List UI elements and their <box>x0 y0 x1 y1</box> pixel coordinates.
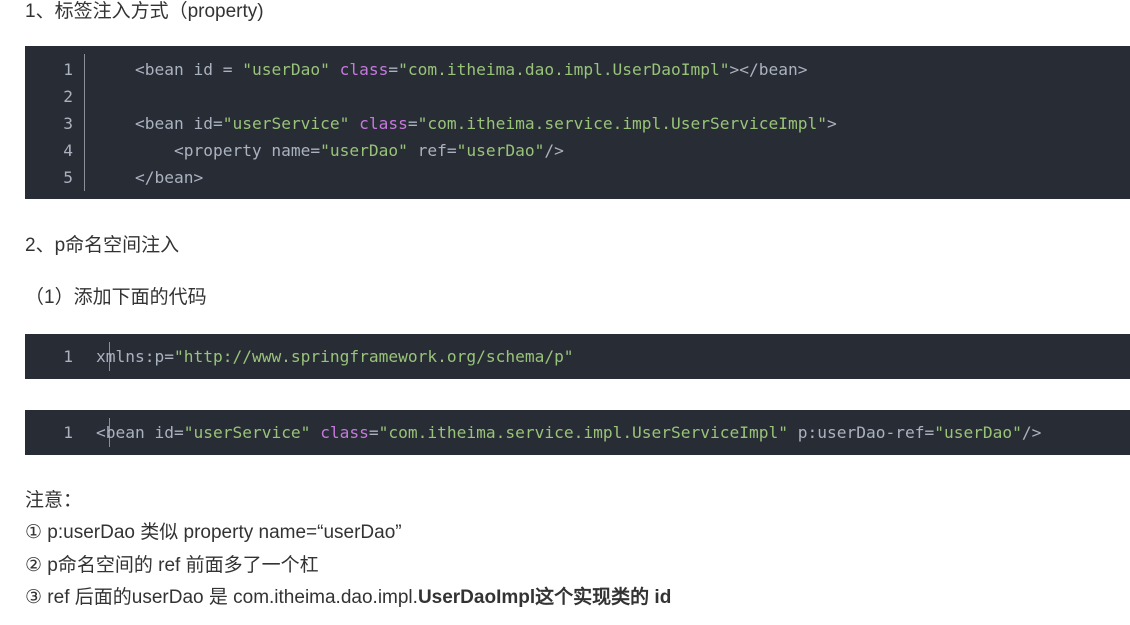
note-item-3: ③ ref 后面的userDao 是 com.itheima.dao.impl.… <box>25 586 671 610</box>
code-text: </bean> <box>134 168 204 187</box>
note-item-1: ① p:userDao 类似 property name=“userDao” <box>25 522 402 543</box>
step-1-subheading: （1）添加下面的代码 <box>25 287 207 308</box>
section-2-heading: 2、p命名空间注入 <box>25 235 180 256</box>
code-line: 1 <bean id="userService" class="com.ithei… <box>25 419 1130 446</box>
notes-title: 注意： <box>25 490 83 511</box>
code-block-property-injection: 1 <bean id = "userDao" class="com.itheim… <box>25 46 1130 199</box>
code-block-p-namespace-bean: 1 <bean id="userService" class="com.ithei… <box>25 410 1130 455</box>
code-line: 1 xmlns:p="http://www.springframework.org… <box>25 343 1130 370</box>
line-number: 4 <box>63 141 73 160</box>
line-number: 1 <box>63 423 73 442</box>
note-item-3-text: ③ ref 后面的userDao 是 com.itheima.dao.impl. <box>25 587 418 608</box>
code-line: 4 <property name="userDao" ref="userDao"… <box>25 137 1130 164</box>
note-item-3-bold-text: UserDaoImpl这个实现类的 id <box>417 587 672 608</box>
line-number: 1 <box>63 347 73 366</box>
code-block-xmlns: 1 xmlns:p="http://www.springframework.org… <box>25 334 1130 379</box>
code-text: <property name="userDao" ref="userDao"/> <box>173 141 564 160</box>
section-1-heading: 1、标签注入方式（property) <box>25 1 264 22</box>
line-number: 3 <box>63 114 73 133</box>
code-text: <bean id = "userDao" class="com.itheima.… <box>134 60 808 79</box>
code-line: 5 </bean> <box>25 164 1130 191</box>
code-line: 2 <box>25 83 1130 110</box>
line-number: 1 <box>63 60 73 79</box>
code-line: 3 <bean id="userService" class="com.ithe… <box>25 110 1130 137</box>
code-text: <bean id="userService" class="com.itheim… <box>134 114 837 133</box>
code-text: xmlns:p="http://www.springframework.org/… <box>96 347 574 366</box>
note-item-2: ② p命名空间的 ref 前面多了一个杠 <box>25 555 319 576</box>
line-number: 5 <box>63 168 73 187</box>
code-text: <bean id="userService" class="com.itheim… <box>96 423 1042 442</box>
code-line: 1 <bean id = "userDao" class="com.itheim… <box>25 56 1130 83</box>
line-number: 2 <box>63 87 73 106</box>
